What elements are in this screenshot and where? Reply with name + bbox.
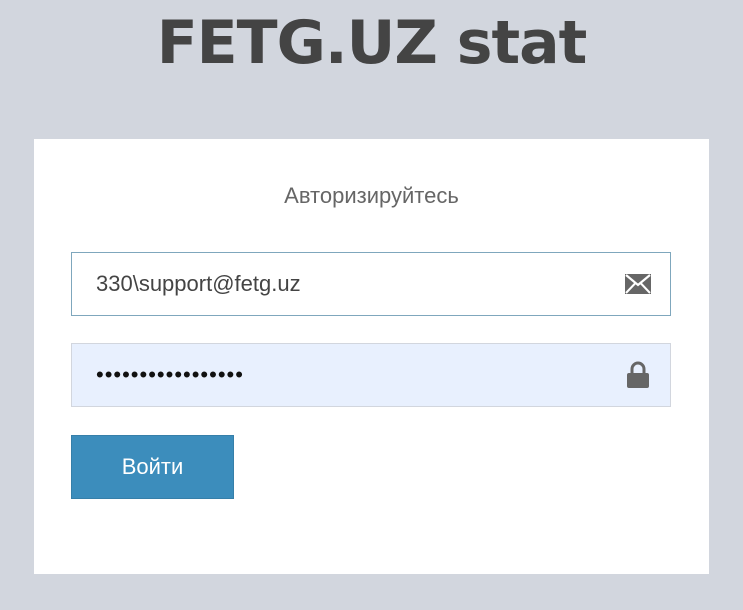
password-input[interactable] <box>72 344 670 406</box>
lock-icon <box>624 361 652 389</box>
envelope-icon <box>624 270 652 298</box>
signin-button[interactable]: Войти <box>71 435 234 499</box>
email-input[interactable] <box>72 253 670 315</box>
email-field-group <box>71 252 671 316</box>
login-box-message: Авторизируйтесь <box>284 183 459 208</box>
login-box: Авторизируйтесь Войти <box>34 139 709 574</box>
password-field-group <box>71 343 671 407</box>
app-logo: FETG.UZ stat <box>156 8 588 78</box>
